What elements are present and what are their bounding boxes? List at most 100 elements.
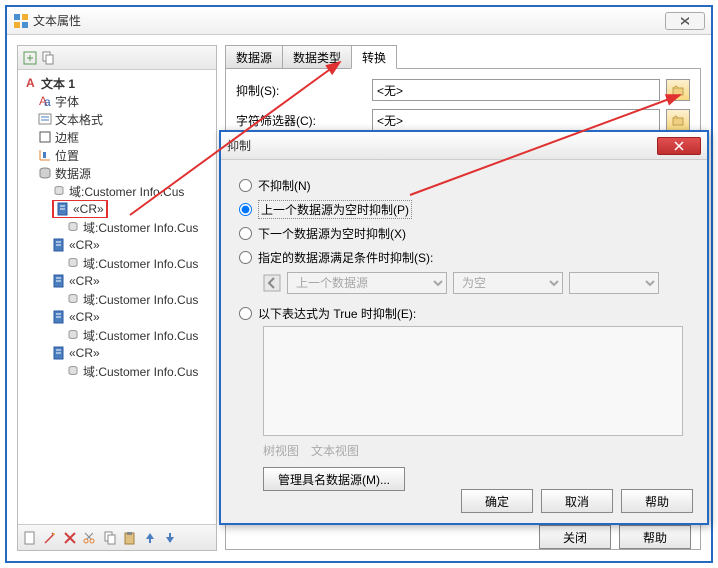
tree-cr-3[interactable]: «CR» [20, 272, 214, 290]
view-tree-tab[interactable]: 树视图 [263, 442, 299, 459]
tree-root[interactable]: A 文本 1 [20, 74, 214, 92]
tab-bar: 数据源 数据类型 转换 [225, 45, 701, 69]
up-icon[interactable] [142, 530, 158, 546]
specified-select-2: 为空 [453, 272, 563, 294]
view-text-tab[interactable]: 文本视图 [311, 442, 359, 459]
filter-input[interactable] [372, 109, 660, 131]
nav-left-icon[interactable] [263, 274, 281, 292]
svg-text:A: A [26, 76, 35, 90]
delete-icon[interactable] [62, 530, 78, 546]
dialog-footer: 确定 取消 帮助 [461, 489, 693, 513]
tree-field-1[interactable]: 域:Customer Info.Cus [20, 182, 214, 200]
tree-field-3[interactable]: 域:Customer Info.Cus [20, 254, 214, 272]
bottom-toolbar [18, 524, 216, 550]
folder-icon [671, 83, 685, 97]
filter-label: 字符筛选器(C): [236, 112, 366, 129]
page-icon [52, 346, 66, 360]
tab-convert[interactable]: 转换 [351, 45, 397, 69]
suppress-input[interactable] [372, 79, 660, 101]
tree-cr-5[interactable]: «CR» [20, 344, 214, 362]
tree-cr-highlighted[interactable]: «CR» [20, 200, 214, 218]
db-small-icon [66, 256, 80, 270]
radio-specified-input[interactable] [239, 251, 252, 264]
view-tabs: 树视图 文本视图 [263, 442, 689, 459]
expression-editor[interactable] [263, 326, 683, 436]
radio-expression-input[interactable] [239, 307, 252, 320]
db-small-icon [66, 292, 80, 306]
left-panel: A 文本 1 Aa 字体 文本格式 边框 位置 [17, 45, 217, 551]
window-title: 文本属性 [33, 12, 665, 29]
page-icon [56, 202, 70, 216]
tab-data-source[interactable]: 数据源 [225, 45, 283, 69]
text-icon: A [24, 76, 38, 90]
db-small-icon [66, 220, 80, 234]
position-icon [38, 148, 52, 162]
page-icon [52, 238, 66, 252]
border-icon [38, 130, 52, 144]
main-close-button[interactable]: 关闭 [539, 525, 611, 549]
radio-none-input[interactable] [239, 179, 252, 192]
suppress-dialog: 抑制 不抑制(N) 上一个数据源为空时抑制(P) 下一个数据源为空时抑制(X) … [219, 130, 709, 525]
svg-text:a: a [44, 95, 51, 108]
format-icon [38, 112, 52, 126]
radio-specified[interactable]: 指定的数据源满足条件时抑制(S): [239, 246, 689, 268]
specified-sub-row: 上一个数据源 为空 [263, 272, 689, 294]
suppress-browse-button[interactable] [666, 79, 690, 101]
folder-icon [671, 113, 685, 127]
paste-icon[interactable] [122, 530, 138, 546]
suppress-row: 抑制(S): [236, 79, 690, 101]
cut-icon[interactable] [82, 530, 98, 546]
tree-field-2[interactable]: 域:Customer Info.Cus [20, 218, 214, 236]
tree-field-5[interactable]: 域:Customer Info.Cus [20, 326, 214, 344]
db-small-icon [66, 328, 80, 342]
doc-icon[interactable] [22, 530, 38, 546]
close-icon [680, 16, 690, 26]
dialog-title: 抑制 [227, 137, 657, 154]
cancel-button[interactable]: 取消 [541, 489, 613, 513]
ok-button[interactable]: 确定 [461, 489, 533, 513]
filter-browse-button[interactable] [666, 109, 690, 131]
wand-icon[interactable] [42, 530, 58, 546]
copy-icon[interactable] [40, 50, 56, 66]
tree-data-source[interactable]: 数据源 [20, 164, 214, 182]
db-small-icon [52, 184, 66, 198]
manage-data-source-button[interactable]: 管理具名数据源(M)... [263, 467, 405, 491]
titlebar: 文本属性 [7, 7, 711, 35]
tree-field-6[interactable]: 域:Customer Info.Cus [20, 362, 214, 380]
specified-select-1: 上一个数据源 [287, 272, 447, 294]
tree-cr-2[interactable]: «CR» [20, 236, 214, 254]
tree-border[interactable]: 边框 [20, 128, 214, 146]
page-icon [52, 310, 66, 324]
tree-view[interactable]: A 文本 1 Aa 字体 文本格式 边框 位置 [18, 70, 216, 524]
radio-next-empty[interactable]: 下一个数据源为空时抑制(X) [239, 222, 689, 244]
help-button[interactable]: 帮助 [621, 489, 693, 513]
down-icon[interactable] [162, 530, 178, 546]
radio-none[interactable]: 不抑制(N) [239, 174, 689, 196]
tree-field-4[interactable]: 域:Customer Info.Cus [20, 290, 214, 308]
radio-next-empty-input[interactable] [239, 227, 252, 240]
tab-data-type[interactable]: 数据类型 [282, 45, 352, 69]
close-icon [674, 141, 684, 151]
dialog-titlebar: 抑制 [221, 132, 707, 160]
tree-position[interactable]: 位置 [20, 146, 214, 164]
expand-icon[interactable] [22, 50, 38, 66]
database-icon [38, 166, 52, 180]
copy-icon[interactable] [102, 530, 118, 546]
filter-row: 字符筛选器(C): [236, 109, 690, 131]
radio-expression[interactable]: 以下表达式为 True 时抑制(E): [239, 302, 689, 324]
radio-prev-empty-input[interactable] [239, 203, 252, 216]
main-help-button[interactable]: 帮助 [619, 525, 691, 549]
dialog-body: 不抑制(N) 上一个数据源为空时抑制(P) 下一个数据源为空时抑制(X) 指定的… [221, 160, 707, 505]
close-button[interactable] [665, 12, 705, 30]
dialog-close-button[interactable] [657, 137, 701, 155]
radio-prev-empty[interactable]: 上一个数据源为空时抑制(P) [239, 198, 689, 220]
app-icon [13, 13, 29, 29]
font-icon: Aa [38, 94, 52, 108]
db-small-icon [66, 364, 80, 378]
tree-text-format[interactable]: 文本格式 [20, 110, 214, 128]
suppress-label: 抑制(S): [236, 82, 366, 99]
left-toolbar [18, 46, 216, 70]
tree-font[interactable]: Aa 字体 [20, 92, 214, 110]
main-footer-buttons: 关闭 帮助 [539, 525, 691, 549]
tree-cr-4[interactable]: «CR» [20, 308, 214, 326]
